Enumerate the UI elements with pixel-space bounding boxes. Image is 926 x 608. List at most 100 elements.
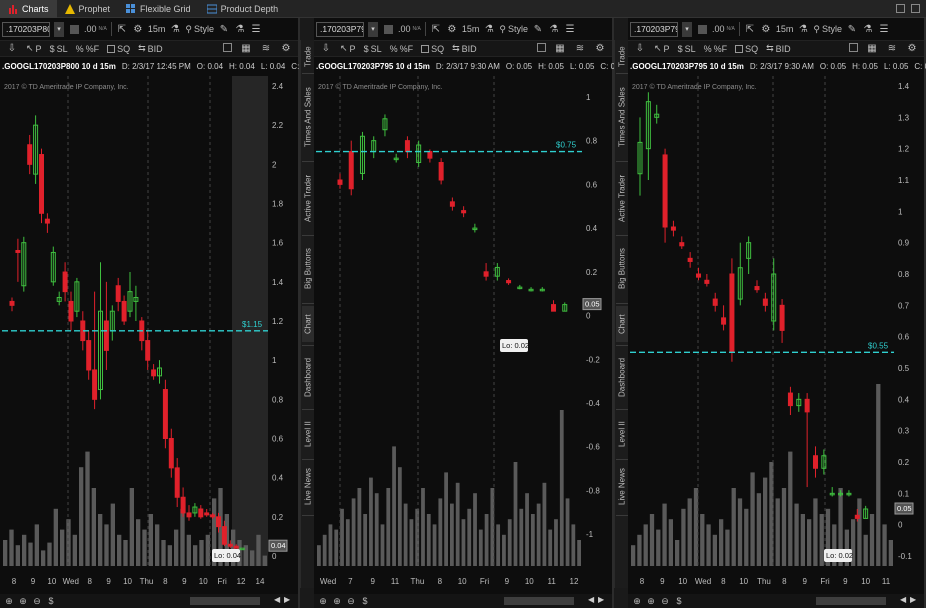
volume-bar [649, 514, 655, 566]
x-tick-label: 8 [782, 577, 787, 586]
volume-bar [565, 498, 570, 566]
chart-bottom-bar: ⊕ ⊕ ⊖ $ ◀ ▶ [0, 594, 298, 608]
volume-bar [155, 524, 160, 566]
side-tab-active-trader[interactable]: Active Trader [616, 164, 628, 232]
candle-body [145, 340, 151, 361]
y-tick-label: 0.2 [898, 458, 910, 467]
volume-bar [869, 514, 875, 566]
maximize-icon[interactable] [911, 4, 920, 13]
scroll-right-icon[interactable]: ▶ [598, 595, 604, 604]
warning-triangle-icon [64, 3, 75, 14]
volume-bar [788, 451, 793, 566]
side-tab-active-trader[interactable]: Active Trader [302, 164, 314, 232]
side-tab-live-news[interactable]: Live News [616, 462, 628, 512]
scroll-left-icon[interactable]: ◀ [900, 595, 906, 604]
scroll-right-icon[interactable]: ▶ [284, 595, 290, 604]
side-tab-big-buttons[interactable]: Big Buttons [616, 238, 628, 300]
volume-bar [536, 503, 541, 566]
tab-product-depth[interactable]: Product Depth [199, 0, 287, 18]
zoom-in-icon[interactable]: ⊕ [18, 596, 28, 606]
side-tab-big-buttons[interactable]: Big Buttons [302, 238, 314, 300]
scrollbar-thumb[interactable] [190, 597, 260, 605]
volume-bar [668, 519, 673, 566]
y-tick-label: 0.6 [272, 435, 284, 444]
side-tab-divider [302, 345, 314, 346]
x-tick-label: Thu [140, 577, 154, 586]
scroll-left-icon[interactable]: ◀ [588, 595, 594, 604]
scroll-right-icon[interactable]: ▶ [910, 595, 916, 604]
side-tab-times-and-sales[interactable]: Times And Sales [616, 76, 628, 158]
side-tab-level-ii[interactable]: Level II [302, 412, 314, 456]
volume-bar [525, 493, 529, 566]
y-tick-label: 0.3 [898, 427, 910, 436]
tab-flexible-grid[interactable]: Flexible Grid [118, 0, 199, 18]
crosshair-icon[interactable]: ⊕ [318, 596, 328, 606]
candle-body [506, 280, 512, 284]
last-price-label: 0.04 [271, 541, 286, 550]
side-tab-times-and-sales[interactable]: Times And Sales [302, 76, 314, 158]
zoom-in-icon[interactable]: ⊕ [332, 596, 342, 606]
x-tick-label: 9 [660, 577, 665, 586]
side-tab-live-news[interactable]: Live News [302, 462, 314, 512]
tab-charts[interactable]: Charts [0, 0, 57, 18]
scrollbar-thumb[interactable] [816, 597, 886, 605]
zoom-out-icon[interactable]: ⊖ [346, 596, 356, 606]
candle-body [704, 279, 710, 284]
candle-body [804, 398, 810, 413]
price-level-label: $1.15 [242, 320, 263, 329]
x-tick-label: 9 [182, 577, 187, 586]
side-tab-divider [302, 459, 314, 460]
crosshair-icon[interactable]: ⊕ [632, 596, 642, 606]
zoom-out-icon[interactable]: ⊖ [660, 596, 670, 606]
volume-bar [403, 503, 408, 566]
chart-area[interactable]: 1.4 1.3 1.2 1.1 1 0.9 0.8 0.7 0.6 0.5 0.4 0.3 0.2 0.1… [628, 18, 926, 593]
volume-bar [693, 488, 699, 566]
candle-body [204, 512, 210, 516]
chart-bottom-bar: ⊕ ⊕ ⊖ $ ◀ ▶ [628, 594, 924, 608]
chart-area[interactable]: 2.4 2.2 2 1.8 1.6 1.4 1.2 1 0.8 0.6 0.4 0.2 0 8 9 10 Wed… [0, 18, 300, 593]
side-tab-chart[interactable]: Chart [616, 306, 628, 342]
y-tick-label: 0.6 [898, 333, 910, 342]
candle-body [787, 392, 793, 407]
side-tab-divider [616, 235, 628, 236]
volume-bar [513, 462, 518, 566]
y-tick-label: 0.4 [898, 395, 910, 404]
candle-body [168, 438, 174, 469]
side-tab-dashboard[interactable]: Dashboard [616, 348, 628, 406]
side-tab-trade[interactable]: Trade [302, 44, 314, 70]
side-tab-divider [616, 73, 628, 74]
dollar-icon[interactable]: $ [674, 596, 684, 606]
tab-product-depth-label: Product Depth [220, 3, 279, 14]
y-tick-label: -1 [586, 530, 594, 539]
candle-body [427, 151, 433, 159]
side-tab-trade[interactable]: Trade [616, 44, 628, 70]
volume-bar [129, 488, 134, 566]
side-tab-dashboard[interactable]: Dashboard [302, 348, 314, 406]
side-tab-chart[interactable]: Chart [302, 306, 314, 342]
side-tab-level-ii[interactable]: Level II [616, 412, 628, 456]
x-tick-label: 8 [87, 577, 92, 586]
dollar-icon[interactable]: $ [360, 596, 370, 606]
crosshair-icon[interactable]: ⊕ [4, 596, 14, 606]
volume-bar [857, 498, 862, 566]
candle-body [162, 389, 168, 439]
volume-bar [193, 545, 198, 566]
volume-bar [473, 493, 477, 566]
volume-bar [136, 519, 141, 566]
x-tick-label: Fri [480, 577, 490, 586]
side-tab-divider [302, 235, 314, 236]
dollar-icon[interactable]: $ [46, 596, 56, 606]
chart-area[interactable]: 1 0.8 0.6 0.4 0.2 0 -0.2 -0.4 -0.6 -0.8 -1 Wed 7 9 11 T… [314, 18, 614, 593]
y-tick-label: 0.8 [586, 137, 598, 146]
tab-prophet[interactable]: Prophet [57, 0, 119, 18]
volume-bar [530, 514, 535, 566]
y-tick-label: 0.4 [272, 474, 284, 483]
window-layout-icon[interactable] [896, 4, 905, 13]
volume-bar [41, 550, 46, 566]
scroll-left-icon[interactable]: ◀ [274, 595, 280, 604]
side-tab-strip: Trade Times And Sales Active Trader Big But… [614, 40, 628, 588]
candle-body [221, 526, 227, 545]
scrollbar-thumb[interactable] [504, 597, 574, 605]
zoom-out-icon[interactable]: ⊖ [32, 596, 42, 606]
zoom-in-icon[interactable]: ⊕ [646, 596, 656, 606]
